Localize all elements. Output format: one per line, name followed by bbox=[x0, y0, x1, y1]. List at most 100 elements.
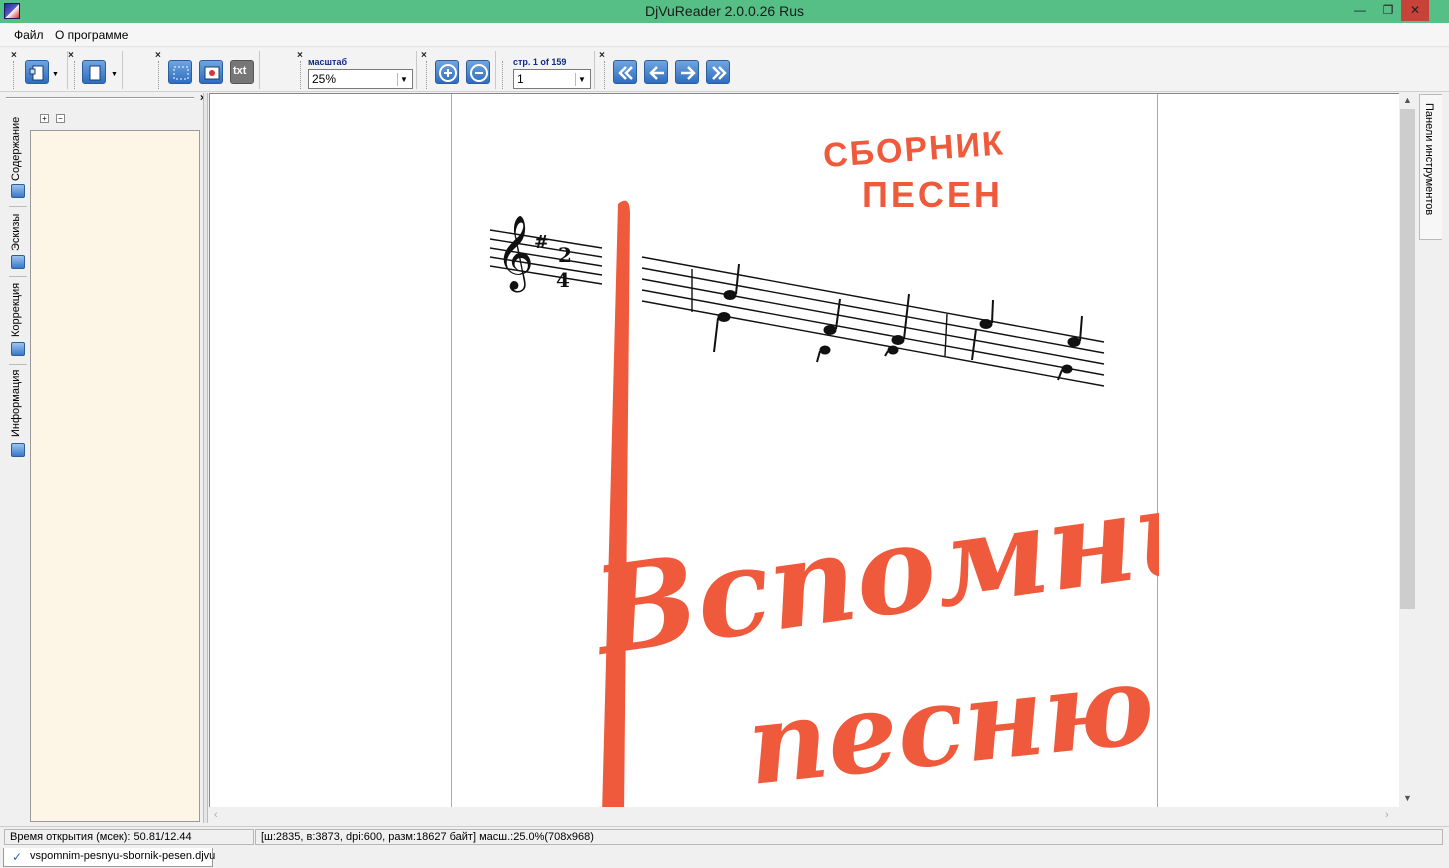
left-tab-strip: Содержание Эскизы Коррекция Информация bbox=[5, 93, 29, 823]
close-icon[interactable]: × bbox=[297, 51, 303, 61]
tab-divider bbox=[9, 206, 27, 207]
title-bar: DjVuReader 2.0.0.26 Rus — ❐ ✕ bbox=[0, 0, 1449, 23]
time-signature-top: 2 bbox=[558, 243, 572, 267]
music-notes bbox=[713, 263, 1083, 381]
grip-handle[interactable] bbox=[502, 61, 505, 89]
page-number-value: 1 bbox=[517, 72, 524, 86]
zoom-in-button[interactable] bbox=[435, 60, 459, 84]
restore-button[interactable]: ❐ bbox=[1374, 0, 1402, 21]
key-signature-sharp: # bbox=[534, 232, 549, 253]
double-arrow-right-icon bbox=[712, 66, 727, 80]
document-view[interactable]: СБОРНИК ПЕСЕН 𝄞 # 2 4 Вспомним песню bbox=[209, 93, 1399, 807]
scroll-thumb[interactable] bbox=[1400, 109, 1415, 609]
select-area-button[interactable] bbox=[168, 60, 192, 84]
tab-contents[interactable]: Содержание bbox=[8, 109, 28, 203]
grip-handle[interactable] bbox=[74, 61, 77, 89]
close-icon[interactable]: × bbox=[421, 51, 427, 61]
horizontal-scrollbar[interactable]: ‹ › bbox=[209, 807, 1399, 824]
status-bar: Время открытия (мсек): 50.81/12.44 [ш:28… bbox=[0, 826, 1449, 846]
zoom-out-icon bbox=[470, 64, 488, 82]
toolbar-group-layout: × ▼ bbox=[8, 51, 68, 89]
tab-correction-label: Коррекция bbox=[10, 282, 22, 337]
side-panel-header: × bbox=[6, 93, 206, 104]
toolbar-group-zoom-buttons: × bbox=[421, 51, 496, 89]
arrow-right-icon bbox=[681, 66, 696, 80]
cover-title-line2: ПЕСЕН bbox=[862, 174, 1003, 215]
select-image-button[interactable] bbox=[199, 60, 223, 84]
thumbnails-icon bbox=[11, 255, 25, 269]
select-text-button[interactable]: txt bbox=[230, 60, 254, 84]
treble-clef-icon: 𝄞 bbox=[496, 216, 534, 293]
grip-handle[interactable] bbox=[13, 61, 16, 89]
window-title: DjVuReader 2.0.0.26 Rus bbox=[644, 3, 805, 19]
tool-panels-label: Панели инструментов bbox=[1423, 103, 1435, 216]
scroll-left-icon[interactable]: ‹ bbox=[214, 809, 218, 821]
document-tab[interactable]: ✓ vspomnim-pesnyu-sbornik-pesen.djvu bbox=[3, 848, 216, 867]
tab-information-label: Информация bbox=[10, 369, 22, 437]
menu-file[interactable]: Файл bbox=[14, 28, 44, 42]
tab-information[interactable]: Информация bbox=[8, 367, 28, 461]
close-icon[interactable]: × bbox=[68, 51, 74, 61]
cover-script-line2: песню bbox=[741, 639, 1159, 807]
scroll-down-icon[interactable]: ▼ bbox=[1399, 793, 1416, 803]
expand-all-icon[interactable]: + bbox=[40, 114, 49, 123]
tab-divider bbox=[9, 364, 27, 365]
collapse-all-icon[interactable]: − bbox=[56, 114, 65, 123]
chevron-down-icon[interactable]: ▼ bbox=[575, 73, 588, 86]
next-page-button[interactable] bbox=[675, 60, 699, 84]
panel-grip[interactable] bbox=[6, 97, 194, 99]
grip-handle[interactable] bbox=[604, 61, 607, 89]
menu-bar: Файл О программе bbox=[0, 23, 1449, 47]
menu-about[interactable]: О программе bbox=[55, 28, 128, 42]
close-button[interactable]: ✕ bbox=[1401, 0, 1429, 21]
last-page-button[interactable] bbox=[706, 60, 730, 84]
zoom-select[interactable]: 25% ▼ bbox=[308, 69, 413, 89]
page-layout-button[interactable] bbox=[25, 60, 49, 84]
zoom-in-icon bbox=[439, 64, 457, 82]
cover-title-line1: СБОРНИК bbox=[822, 124, 1006, 175]
document-info-status: [ш:2835, в:3873, dpi:600, разм:18627 бай… bbox=[255, 829, 1443, 845]
scroll-up-icon[interactable]: ▲ bbox=[1399, 95, 1416, 105]
scroll-right-icon[interactable]: › bbox=[1385, 809, 1389, 821]
minimize-button[interactable]: — bbox=[1346, 0, 1374, 21]
close-icon[interactable]: × bbox=[11, 51, 17, 61]
check-icon: ✓ bbox=[12, 850, 23, 864]
zoom-out-button[interactable] bbox=[466, 60, 490, 84]
zoom-value: 25% bbox=[312, 72, 337, 86]
toolbar-group-select: × txt bbox=[152, 51, 260, 89]
contents-tree[interactable] bbox=[30, 130, 200, 822]
grip-handle[interactable] bbox=[158, 61, 161, 89]
time-signature-bottom: 4 bbox=[556, 268, 570, 292]
tool-panels-tab[interactable]: Панели инструментов bbox=[1419, 94, 1442, 240]
toolbar-group-page: × ▼ bbox=[68, 51, 123, 89]
picture-icon bbox=[204, 66, 220, 80]
document-filename: vspomnim-pesnyu-sbornik-pesen.djvu bbox=[30, 850, 216, 862]
open-time-status: Время открытия (мсек): 50.81/12.44 bbox=[4, 829, 254, 845]
panel-splitter[interactable] bbox=[203, 93, 208, 823]
close-icon[interactable]: × bbox=[155, 51, 161, 61]
text-select-label: txt bbox=[233, 65, 247, 77]
vertical-scrollbar[interactable]: ▲ ▼ bbox=[1399, 93, 1416, 807]
document-page: СБОРНИК ПЕСЕН 𝄞 # 2 4 Вспомним песню bbox=[451, 94, 1343, 807]
music-staff-right bbox=[641, 256, 1105, 387]
previous-page-button[interactable] bbox=[644, 60, 668, 84]
toolbar-group-zoom: × масштаб 25% ▼ bbox=[295, 51, 417, 89]
chevron-down-icon[interactable]: ▼ bbox=[111, 71, 118, 78]
first-page-button[interactable] bbox=[613, 60, 637, 84]
chevron-down-icon[interactable]: ▼ bbox=[52, 71, 59, 78]
page-number-select[interactable]: 1 ▼ bbox=[513, 69, 591, 89]
tab-thumbnails[interactable]: Эскизы bbox=[8, 209, 28, 273]
wrench-icon bbox=[11, 342, 25, 356]
grip-handle[interactable] bbox=[300, 61, 303, 89]
tab-correction[interactable]: Коррекция bbox=[8, 279, 28, 361]
grip-handle[interactable] bbox=[426, 61, 429, 89]
zoom-label: масштаб bbox=[308, 57, 348, 67]
document-tab-bar: ✓ vspomnim-pesnyu-sbornik-pesen.djvu bbox=[0, 846, 1449, 868]
contents-icon bbox=[11, 184, 25, 198]
tab-contents-label: Содержание bbox=[10, 116, 22, 181]
single-page-button[interactable] bbox=[82, 60, 106, 84]
cover-vertical-stroke bbox=[602, 200, 630, 807]
arrow-left-icon bbox=[649, 66, 664, 80]
chevron-down-icon[interactable]: ▼ bbox=[397, 73, 410, 86]
close-icon[interactable]: × bbox=[599, 51, 605, 61]
